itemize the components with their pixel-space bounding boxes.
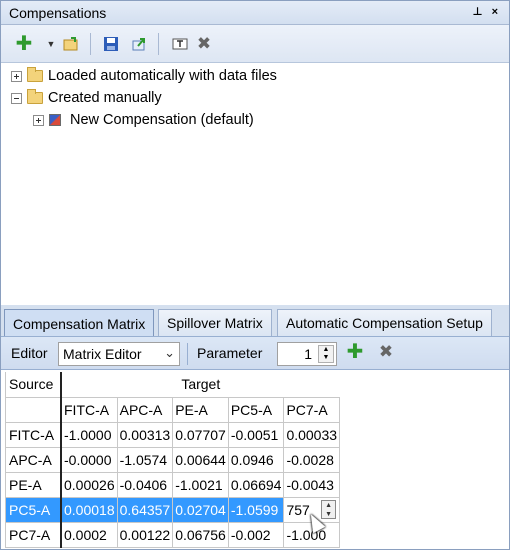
compensation-matrix-grid: Source Target FITC-A APC-A PE-A PC5-A PC… — [5, 372, 341, 548]
panel-title: Compensations — [9, 5, 107, 21]
text-field-icon[interactable] — [171, 35, 189, 53]
stepper-arrows-icon[interactable]: ▲ ▼ — [321, 499, 337, 519]
tab-label: Automatic Compensation Setup — [286, 315, 483, 331]
row-header: PC5-A — [6, 497, 62, 523]
matrix-cell[interactable]: 0.02704 — [172, 497, 229, 523]
matrix-cell[interactable]: 0.0002 — [61, 522, 118, 548]
tab-label: Spillover Matrix — [167, 315, 263, 331]
close-icon[interactable]: × — [492, 6, 501, 18]
table-header-row: Source Target — [6, 372, 340, 398]
matrix-cell[interactable]: -1.0599 — [228, 497, 285, 523]
row-header: PC7-A — [6, 522, 62, 548]
matrix-cell[interactable]: 0.06756 — [172, 522, 229, 548]
table-column-header-row: FITC-A APC-A PE-A PC5-A PC7-A — [6, 397, 341, 423]
toolbar: ✚ ▼ ✖ — [1, 25, 509, 63]
export-icon[interactable] — [130, 35, 148, 53]
tab-strip: Compensation Matrix Spillover Matrix Aut… — [1, 309, 509, 337]
toolbar-separator — [187, 343, 188, 365]
parameter-value: 1 — [304, 346, 312, 362]
parameter-stepper[interactable]: 1 ▲ ▼ — [277, 342, 337, 366]
source-header: Source — [6, 372, 62, 398]
table-row[interactable]: PC7-A 0.0002 0.00122 0.06756 -0.002 -1.0… — [6, 522, 341, 548]
matrix-cell[interactable]: 0.64357 — [117, 497, 174, 523]
delete-icon[interactable]: ✖ — [195, 34, 213, 53]
folder-icon — [27, 67, 43, 82]
matrix-cell[interactable]: 0.00033 — [283, 422, 341, 448]
toolbar-separator — [158, 33, 159, 55]
matrix-cell[interactable]: -0.0406 — [117, 472, 174, 498]
table-row[interactable]: PE-A 0.00026 -0.0406 -1.0021 0.06694 -0.… — [6, 472, 341, 498]
matrix-cell[interactable]: -0.0043 — [283, 472, 341, 498]
save-icon[interactable] — [102, 35, 120, 53]
tree-item-loaded-automatically[interactable]: Loaded automatically with data files — [11, 65, 277, 87]
remove-parameter-icon[interactable]: ✖ — [377, 342, 395, 361]
tab-label: Compensation Matrix — [13, 315, 146, 332]
tree-item-new-compensation[interactable]: New Compensation (default) — [33, 109, 259, 131]
matrix-cell[interactable]: 0.0946 — [228, 447, 285, 473]
row-header: APC-A — [6, 447, 62, 473]
column-header: PE-A — [172, 397, 229, 423]
table-row-selected[interactable]: PC5-A 0.00018 0.64357 0.02704 -1.0599 75… — [6, 497, 341, 523]
matrix-cell[interactable]: 0.07707 — [172, 422, 229, 448]
matrix-cell[interactable]: -0.0028 — [283, 447, 341, 473]
matrix-cell[interactable]: 0.00644 — [172, 447, 229, 473]
editor-label: Editor — [11, 345, 48, 361]
empty-corner-cell — [6, 397, 62, 423]
collapse-icon[interactable] — [11, 92, 22, 104]
table-row[interactable]: FITC-A -1.0000 0.00313 0.07707 -0.0051 0… — [6, 422, 341, 448]
matrix-cell[interactable]: 0.00018 — [61, 497, 118, 523]
matrix-cell[interactable]: -0.0051 — [228, 422, 285, 448]
tree-item-label: New Compensation (default) — [70, 112, 254, 128]
folder-icon — [27, 89, 43, 104]
column-header: APC-A — [117, 397, 174, 423]
matrix-cell[interactable]: -0.002 — [228, 522, 285, 548]
tab-compensation-matrix[interactable]: Compensation Matrix — [4, 309, 155, 337]
row-header: PE-A — [6, 472, 62, 498]
chevron-down-icon: ⌄ — [164, 345, 175, 360]
compensation-tree: Loaded automatically with data files Cre… — [1, 63, 509, 305]
column-header: FITC-A — [61, 397, 118, 423]
matrix-cell[interactable]: -1.0574 — [117, 447, 174, 473]
add-compensation-icon[interactable]: ✚ — [15, 34, 33, 54]
matrix-cell[interactable]: 0.00122 — [117, 522, 174, 548]
panel-titlebar: Compensations ⊥ × — [1, 1, 509, 25]
titlebar-buttons: ⊥ × — [472, 5, 501, 18]
matrix-cell[interactable]: -1.0000 — [61, 422, 118, 448]
parameter-label: Parameter — [197, 345, 263, 361]
tree-item-label: Created manually — [48, 90, 162, 106]
tree-item-created-manually[interactable]: Created manually — [11, 87, 162, 109]
add-parameter-icon[interactable]: ✚ — [346, 342, 364, 362]
expand-icon[interactable] — [11, 70, 22, 82]
compensations-panel: Compensations ⊥ × ✚ ▼ ✖ Loaded automatic… — [0, 0, 510, 550]
chevron-down-icon[interactable]: ▼ — [42, 35, 60, 53]
expand-icon[interactable] — [33, 114, 44, 126]
tree-item-label: Loaded automatically with data files — [48, 68, 277, 84]
toolbar-separator — [90, 33, 91, 55]
import-folder-icon[interactable] — [62, 35, 80, 53]
editor-toolbar: Editor Matrix Editor ⌄ Parameter 1 ▲ ▼ ✚ … — [1, 336, 509, 370]
stepper-arrows-icon[interactable]: ▲ ▼ — [318, 345, 334, 363]
pin-icon[interactable]: ⊥ — [472, 6, 485, 18]
matrix-cell[interactable]: -0.0000 — [61, 447, 118, 473]
matrix-cell[interactable]: -1.0021 — [172, 472, 229, 498]
target-header: Target — [61, 372, 340, 398]
table-row[interactable]: APC-A -0.0000 -1.0574 0.00644 0.0946 -0.… — [6, 447, 341, 473]
tab-spillover-matrix[interactable]: Spillover Matrix — [158, 309, 272, 336]
column-header: PC7-A — [283, 397, 341, 423]
compensation-icon — [49, 114, 61, 126]
row-header: FITC-A — [6, 422, 62, 448]
editor-select-value: Matrix Editor — [63, 346, 142, 362]
editor-select[interactable]: Matrix Editor ⌄ — [58, 342, 180, 366]
matrix-cell[interactable]: 0.00313 — [117, 422, 174, 448]
matrix-cell[interactable]: 0.00026 — [61, 472, 118, 498]
matrix-cell[interactable]: 0.06694 — [228, 472, 285, 498]
column-header: PC5-A — [228, 397, 285, 423]
tab-automatic-compensation-setup[interactable]: Automatic Compensation Setup — [277, 309, 492, 336]
